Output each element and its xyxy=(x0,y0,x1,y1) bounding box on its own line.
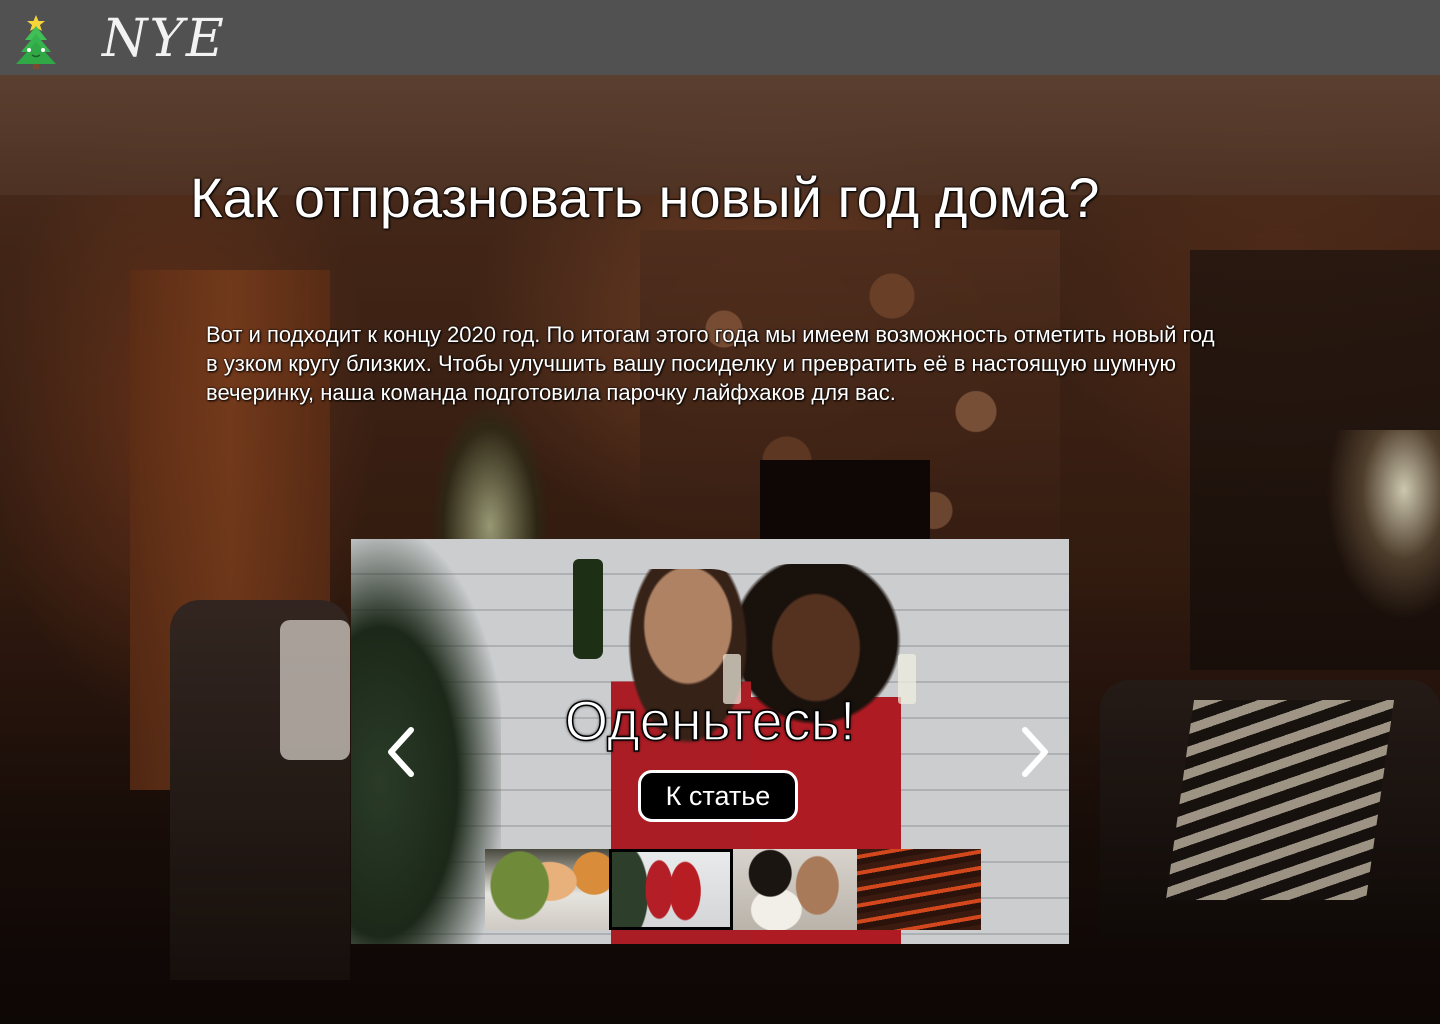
page-title: Как отпразновать новый год дома? xyxy=(190,166,1100,229)
brand-logo-text[interactable]: NYE xyxy=(102,6,226,72)
article-carousel: Оденьтесь! К статье xyxy=(351,539,1069,944)
christmas-tree-icon[interactable] xyxy=(14,12,58,70)
thumbnail-games[interactable] xyxy=(733,849,857,930)
slide-title: Оденьтесь! xyxy=(564,688,856,753)
thumbnail-strip xyxy=(485,849,981,930)
thumbnail-cocktails[interactable] xyxy=(485,849,609,930)
thumbnail-outfits[interactable] xyxy=(609,849,733,930)
intro-paragraph: Вот и подходит к концу 2020 год. По итог… xyxy=(206,322,1215,405)
chevron-right-icon[interactable] xyxy=(1015,724,1055,780)
thumbnail-grill[interactable] xyxy=(857,849,981,930)
top-navbar: NYE xyxy=(0,0,1440,75)
page: NYE Как отпразновать новый год дома? Вот… xyxy=(0,0,1440,1024)
chevron-left-icon[interactable] xyxy=(381,724,421,780)
read-article-button[interactable]: К статье xyxy=(638,770,798,822)
